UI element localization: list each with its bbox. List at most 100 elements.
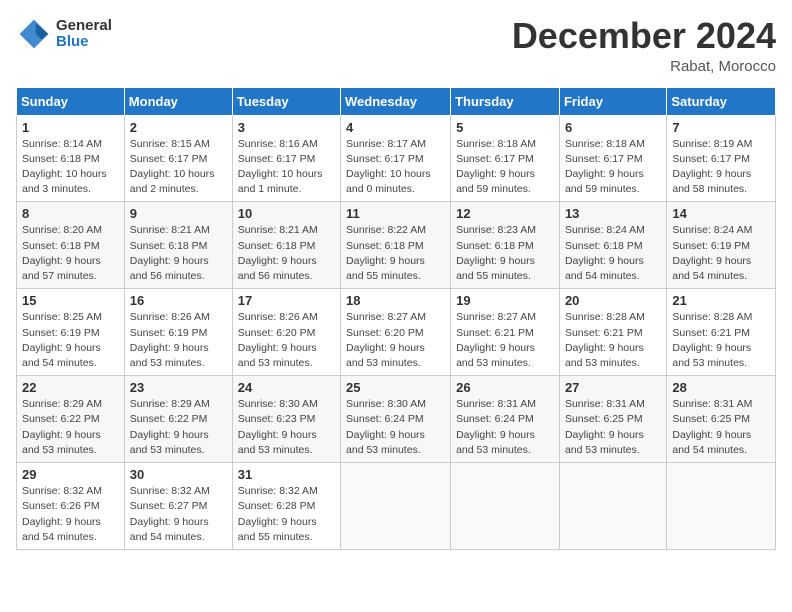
- day-number: 21: [672, 293, 770, 308]
- day-number: 7: [672, 120, 770, 135]
- day-info: Sunrise: 8:26 AMSunset: 6:19 PMDaylight:…: [130, 310, 227, 371]
- calendar-day-cell: 23 Sunrise: 8:29 AMSunset: 6:22 PMDayligh…: [124, 376, 232, 463]
- calendar-day-cell: [451, 463, 560, 550]
- calendar-day-cell: 9 Sunrise: 8:21 AMSunset: 6:18 PMDaylight…: [124, 202, 232, 289]
- day-number: 17: [238, 293, 335, 308]
- calendar-day-cell: 24 Sunrise: 8:30 AMSunset: 6:23 PMDayligh…: [232, 376, 340, 463]
- day-info: Sunrise: 8:24 AMSunset: 6:18 PMDaylight:…: [565, 223, 661, 284]
- day-number: 16: [130, 293, 227, 308]
- logo: General Blue: [16, 16, 112, 52]
- day-of-week-header: Saturday: [667, 87, 776, 115]
- calendar-day-cell: 18 Sunrise: 8:27 AMSunset: 6:20 PMDayligh…: [341, 289, 451, 376]
- day-info: Sunrise: 8:28 AMSunset: 6:21 PMDaylight:…: [672, 310, 770, 371]
- calendar-day-cell: 5Sunrise: 8:18 AMSunset: 6:17 PMDaylight…: [451, 115, 560, 202]
- day-number: 6: [565, 120, 661, 135]
- day-number: 30: [130, 467, 227, 482]
- day-number: 11: [346, 206, 445, 221]
- day-info: Sunrise: 8:28 AMSunset: 6:21 PMDaylight:…: [565, 310, 661, 371]
- calendar-day-cell: 15 Sunrise: 8:25 AMSunset: 6:19 PMDayligh…: [17, 289, 125, 376]
- calendar-day-cell: 8 Sunrise: 8:20 AMSunset: 6:18 PMDaylight…: [17, 202, 125, 289]
- day-number: 13: [565, 206, 661, 221]
- day-info: Sunrise: 8:31 AMSunset: 6:24 PMDaylight:…: [456, 397, 554, 458]
- calendar-day-cell: 27 Sunrise: 8:31 AMSunset: 6:25 PMDayligh…: [559, 376, 666, 463]
- calendar-day-cell: 29 Sunrise: 8:32 AMSunset: 6:26 PMDayligh…: [17, 463, 125, 550]
- day-number: 8: [22, 206, 119, 221]
- day-of-week-header: Friday: [559, 87, 666, 115]
- calendar-day-cell: 6 Sunrise: 8:18 AMSunset: 6:17 PMDaylight…: [559, 115, 666, 202]
- day-info: Sunrise: 8:25 AMSunset: 6:19 PMDaylight:…: [22, 310, 119, 371]
- day-info: Sunrise: 8:27 AMSunset: 6:21 PMDaylight:…: [456, 310, 554, 371]
- calendar-week-row: 29 Sunrise: 8:32 AMSunset: 6:26 PMDayligh…: [17, 463, 776, 550]
- day-info: Sunrise: 8:20 AMSunset: 6:18 PMDaylight:…: [22, 223, 119, 284]
- month-title: December 2024: [512, 16, 776, 56]
- calendar-day-cell: 3 Sunrise: 8:16 AMSunset: 6:17 PMDaylight…: [232, 115, 340, 202]
- day-number: 24: [238, 380, 335, 395]
- day-info: Sunrise: 8:29 AMSunset: 6:22 PMDaylight:…: [130, 397, 227, 458]
- day-info: Sunrise: 8:15 AMSunset: 6:17 PMDaylight:…: [130, 137, 227, 198]
- day-number: 10: [238, 206, 335, 221]
- day-number: 5: [456, 120, 554, 135]
- day-of-week-header: Wednesday: [341, 87, 451, 115]
- day-of-week-header: Sunday: [17, 87, 125, 115]
- calendar-day-cell: 17Sunrise: 8:26 AMSunset: 6:20 PMDayligh…: [232, 289, 340, 376]
- day-number: 20: [565, 293, 661, 308]
- day-info: Sunrise: 8:32 AMSunset: 6:28 PMDaylight:…: [238, 484, 335, 545]
- day-number: 31: [238, 467, 335, 482]
- day-number: 18: [346, 293, 445, 308]
- day-number: 4: [346, 120, 445, 135]
- calendar-day-cell: 16 Sunrise: 8:26 AMSunset: 6:19 PMDayligh…: [124, 289, 232, 376]
- day-number: 12: [456, 206, 554, 221]
- day-number: 3: [238, 120, 335, 135]
- calendar-day-cell: 26Sunrise: 8:31 AMSunset: 6:24 PMDayligh…: [451, 376, 560, 463]
- calendar-day-cell: 11 Sunrise: 8:22 AMSunset: 6:18 PMDayligh…: [341, 202, 451, 289]
- day-info: Sunrise: 8:31 AMSunset: 6:25 PMDaylight:…: [565, 397, 661, 458]
- day-info: Sunrise: 8:23 AMSunset: 6:18 PMDaylight:…: [456, 223, 554, 284]
- calendar-day-cell: 30Sunrise: 8:32 AMSunset: 6:27 PMDayligh…: [124, 463, 232, 550]
- logo-text: General Blue: [56, 18, 112, 51]
- day-info: Sunrise: 8:22 AMSunset: 6:18 PMDaylight:…: [346, 223, 445, 284]
- day-number: 15: [22, 293, 119, 308]
- calendar-day-cell: 1 Sunrise: 8:14 AMSunset: 6:18 PMDaylight…: [17, 115, 125, 202]
- day-number: 2: [130, 120, 227, 135]
- calendar-week-row: 22 Sunrise: 8:29 AMSunset: 6:22 PMDayligh…: [17, 376, 776, 463]
- day-info: Sunrise: 8:18 AMSunset: 6:17 PMDaylight:…: [565, 137, 661, 198]
- day-number: 19: [456, 293, 554, 308]
- day-of-week-header: Tuesday: [232, 87, 340, 115]
- location: Rabat, Morocco: [512, 58, 776, 75]
- calendar-day-cell: 12 Sunrise: 8:23 AMSunset: 6:18 PMDayligh…: [451, 202, 560, 289]
- day-info: Sunrise: 8:16 AMSunset: 6:17 PMDaylight:…: [238, 137, 335, 198]
- day-info: Sunrise: 8:32 AMSunset: 6:26 PMDaylight:…: [22, 484, 119, 545]
- calendar-day-cell: [341, 463, 451, 550]
- calendar-day-cell: 2 Sunrise: 8:15 AMSunset: 6:17 PMDaylight…: [124, 115, 232, 202]
- day-number: 1: [22, 120, 119, 135]
- calendar-day-cell: [559, 463, 666, 550]
- day-number: 27: [565, 380, 661, 395]
- calendar-day-cell: 19 Sunrise: 8:27 AMSunset: 6:21 PMDayligh…: [451, 289, 560, 376]
- day-info: Sunrise: 8:30 AMSunset: 6:23 PMDaylight:…: [238, 397, 335, 458]
- day-info: Sunrise: 8:21 AMSunset: 6:18 PMDaylight:…: [130, 223, 227, 284]
- calendar-day-cell: 31 Sunrise: 8:32 AMSunset: 6:28 PMDayligh…: [232, 463, 340, 550]
- day-info: Sunrise: 8:27 AMSunset: 6:20 PMDaylight:…: [346, 310, 445, 371]
- day-of-week-header: Thursday: [451, 87, 560, 115]
- calendar-table: SundayMondayTuesdayWednesdayThursdayFrid…: [16, 87, 776, 550]
- day-number: 23: [130, 380, 227, 395]
- calendar-header-row: SundayMondayTuesdayWednesdayThursdayFrid…: [17, 87, 776, 115]
- day-number: 25: [346, 380, 445, 395]
- calendar-day-cell: 10 Sunrise: 8:21 AMSunset: 6:18 PMDayligh…: [232, 202, 340, 289]
- day-number: 14: [672, 206, 770, 221]
- calendar-week-row: 8 Sunrise: 8:20 AMSunset: 6:18 PMDaylight…: [17, 202, 776, 289]
- day-info: Sunrise: 8:17 AMSunset: 6:17 PMDaylight:…: [346, 137, 445, 198]
- calendar-day-cell: 13 Sunrise: 8:24 AMSunset: 6:18 PMDayligh…: [559, 202, 666, 289]
- day-number: 28: [672, 380, 770, 395]
- day-info: Sunrise: 8:14 AMSunset: 6:18 PMDaylight:…: [22, 137, 119, 198]
- calendar-day-cell: [667, 463, 776, 550]
- day-number: 22: [22, 380, 119, 395]
- calendar-day-cell: 4 Sunrise: 8:17 AMSunset: 6:17 PMDaylight…: [341, 115, 451, 202]
- title-block: December 2024 Rabat, Morocco: [512, 16, 776, 75]
- day-info: Sunrise: 8:21 AMSunset: 6:18 PMDaylight:…: [238, 223, 335, 284]
- day-number: 9: [130, 206, 227, 221]
- day-info: Sunrise: 8:19 AMSunset: 6:17 PMDaylight:…: [672, 137, 770, 198]
- calendar-day-cell: 22Sunrise: 8:29 AMSunset: 6:22 PMDayligh…: [17, 376, 125, 463]
- day-number: 29: [22, 467, 119, 482]
- calendar-day-cell: 20 Sunrise: 8:28 AMSunset: 6:21 PMDayligh…: [559, 289, 666, 376]
